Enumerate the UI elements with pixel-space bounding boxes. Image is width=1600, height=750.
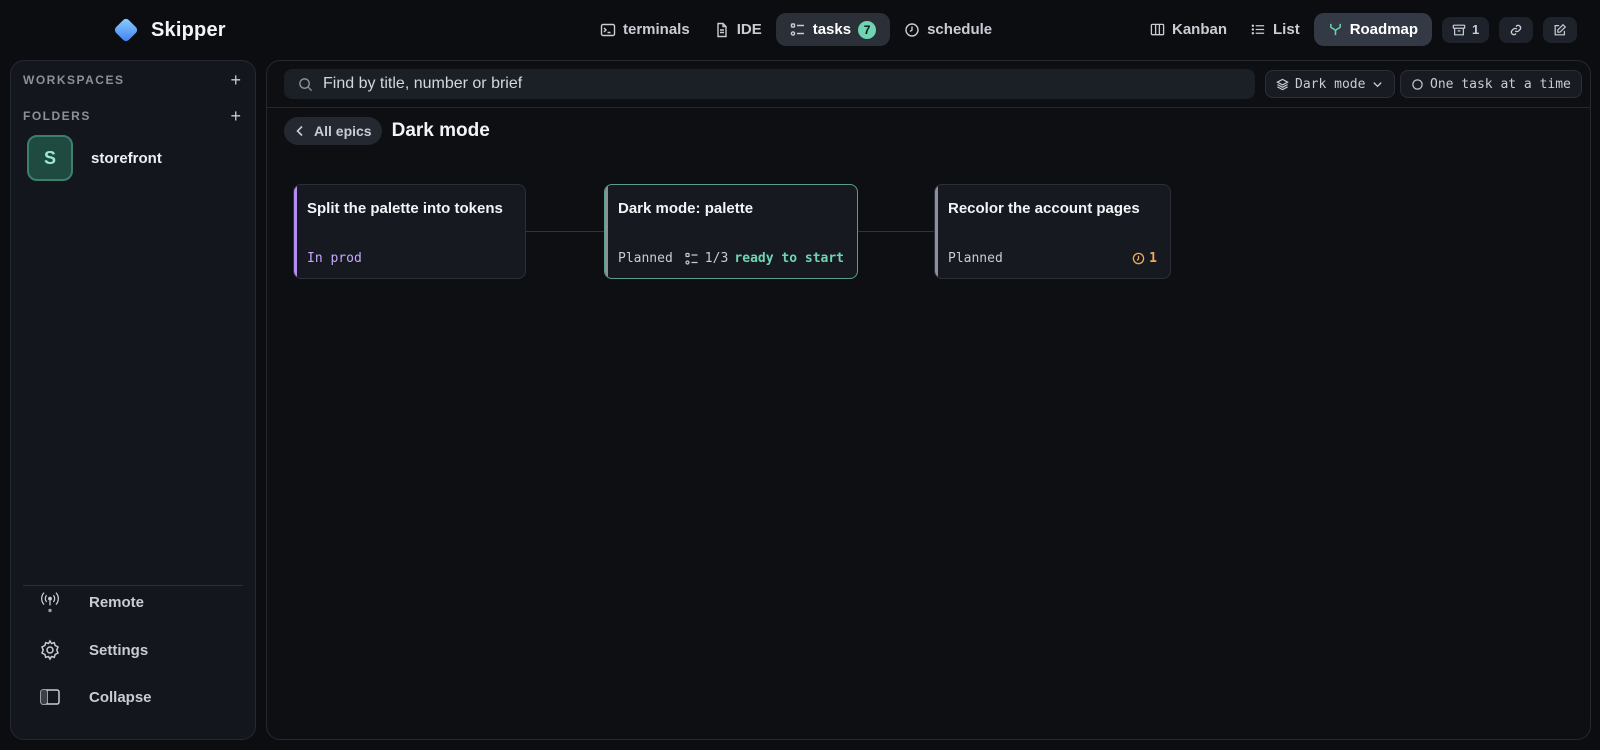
back-to-epics-button[interactable]: All epics — [284, 117, 382, 145]
nav-terminals-label: terminals — [623, 21, 690, 38]
add-folder-icon[interactable]: + — [230, 107, 241, 125]
file-icon — [717, 22, 727, 37]
folder-avatar: S — [27, 135, 73, 181]
one-task-toggle[interactable]: One task at a time — [1400, 70, 1582, 98]
main-panel: Dark mode One task at a time All epics D… — [266, 60, 1591, 740]
workspaces-section: WORKSPACES + — [23, 71, 241, 89]
chevron-down-icon — [1373, 81, 1383, 87]
brand[interactable]: Skipper — [112, 16, 226, 44]
status-label: Planned — [948, 251, 1003, 266]
remote-button[interactable]: Remote — [39, 591, 144, 613]
sidebar-collapse-icon — [40, 689, 60, 705]
dependency-connector — [526, 231, 604, 232]
circle-toggle-icon — [1412, 78, 1423, 90]
view-kanban[interactable]: Kanban — [1140, 13, 1237, 46]
collapse-button[interactable]: Collapse — [39, 686, 152, 708]
dependency-connector — [858, 231, 934, 232]
card-footer: In prod — [307, 251, 512, 266]
timer-icon — [1132, 252, 1145, 265]
folder-name: storefront — [91, 149, 162, 167]
card-title: Dark mode: palette — [618, 200, 754, 217]
folders-label: FOLDERS — [23, 109, 91, 123]
nav-terminals[interactable]: terminals — [590, 13, 700, 46]
card-stripe — [605, 185, 608, 278]
search-bar[interactable] — [284, 69, 1255, 99]
link-icon — [1510, 24, 1522, 35]
archive-button[interactable]: 1 — [1442, 16, 1490, 43]
search-input[interactable] — [323, 75, 1223, 93]
card-title: Recolor the account pages — [948, 200, 1140, 217]
folders-section: FOLDERS + — [23, 107, 241, 125]
task-card[interactable]: Dark mode: palette Planned 1/3 ready to … — [604, 184, 858, 279]
folder-storefront[interactable]: S storefront — [27, 135, 162, 181]
search-icon — [299, 77, 313, 91]
nav-tasks[interactable]: tasks 7 — [775, 13, 891, 46]
archive-icon — [1452, 24, 1466, 35]
skipper-logo-icon — [114, 18, 138, 42]
card-footer: Planned 1 — [948, 251, 1157, 266]
task-list-icon — [790, 22, 804, 36]
view-kanban-label: Kanban — [1172, 21, 1228, 38]
archive-count: 1 — [1472, 22, 1480, 37]
view-roadmap[interactable]: Roadmap — [1313, 13, 1433, 46]
app-name: Skipper — [151, 18, 226, 41]
workspaces-label: WORKSPACES — [23, 73, 125, 87]
page-title: Dark mode — [391, 120, 490, 141]
progress-count: 1/3 — [704, 251, 729, 266]
nav-schedule[interactable]: schedule — [894, 13, 1002, 46]
list-icon — [1251, 24, 1265, 35]
layers-icon — [1276, 78, 1289, 90]
add-workspace-icon[interactable]: + — [230, 71, 241, 89]
edit-icon — [1554, 23, 1567, 35]
epic-filter-label: Dark mode — [1295, 76, 1366, 92]
card-footer: Planned 1/3 ready to start — [618, 251, 844, 266]
warning-badge: 1 — [1132, 251, 1157, 266]
back-label: All epics — [314, 123, 372, 139]
antenna-icon — [41, 592, 59, 613]
toolbar-divider — [267, 107, 1590, 108]
settings-button[interactable]: Settings — [39, 639, 148, 661]
card-title: Split the palette into tokens — [307, 200, 503, 217]
new-task-button[interactable] — [1543, 16, 1578, 43]
view-list-label: List — [1273, 21, 1300, 38]
remote-label: Remote — [89, 593, 145, 611]
view-list[interactable]: List — [1241, 13, 1310, 46]
main-nav: terminals IDE tasks 7 schedule — [590, 13, 1002, 46]
task-card[interactable]: Split the palette into tokens In prod — [293, 184, 526, 279]
epic-filter-dropdown[interactable]: Dark mode — [1265, 70, 1396, 98]
roadmap-icon — [1329, 23, 1341, 36]
terminal-icon — [600, 23, 616, 36]
sidebar-divider — [23, 585, 243, 586]
nav-tasks-label: tasks — [812, 21, 852, 38]
task-card[interactable]: Recolor the account pages Planned 1 — [934, 184, 1171, 279]
view-roadmap-label: Roadmap — [1349, 21, 1419, 38]
one-task-label: One task at a time — [1430, 76, 1571, 92]
settings-label: Settings — [89, 641, 149, 659]
top-bar: Skipper terminals IDE tasks 7 schedule K… — [0, 0, 1600, 58]
checklist-icon — [685, 252, 698, 265]
nav-ide[interactable]: IDE — [704, 13, 772, 46]
subtask-progress: 1/3 — [685, 251, 728, 266]
sidebar: WORKSPACES + FOLDERS + S storefront Remo… — [10, 60, 256, 740]
card-stripe — [935, 185, 938, 278]
breadcrumb: All epics Dark mode — [284, 117, 490, 145]
kanban-icon — [1150, 23, 1165, 36]
gear-icon — [41, 639, 59, 661]
link-button[interactable] — [1499, 16, 1534, 43]
ready-badge: ready to start — [734, 251, 844, 266]
status-label: In prod — [307, 251, 362, 266]
warning-count: 1 — [1149, 251, 1157, 266]
card-stripe — [294, 185, 297, 278]
view-switcher: Kanban List Roadmap 1 — [1140, 13, 1578, 46]
tasks-count-badge: 7 — [858, 20, 877, 39]
status-label: Planned — [618, 251, 673, 266]
nav-ide-label: IDE — [736, 21, 762, 38]
clock-icon — [905, 22, 919, 37]
collapse-label: Collapse — [89, 688, 152, 706]
chevron-left-icon — [296, 125, 303, 137]
nav-schedule-label: schedule — [927, 21, 993, 38]
